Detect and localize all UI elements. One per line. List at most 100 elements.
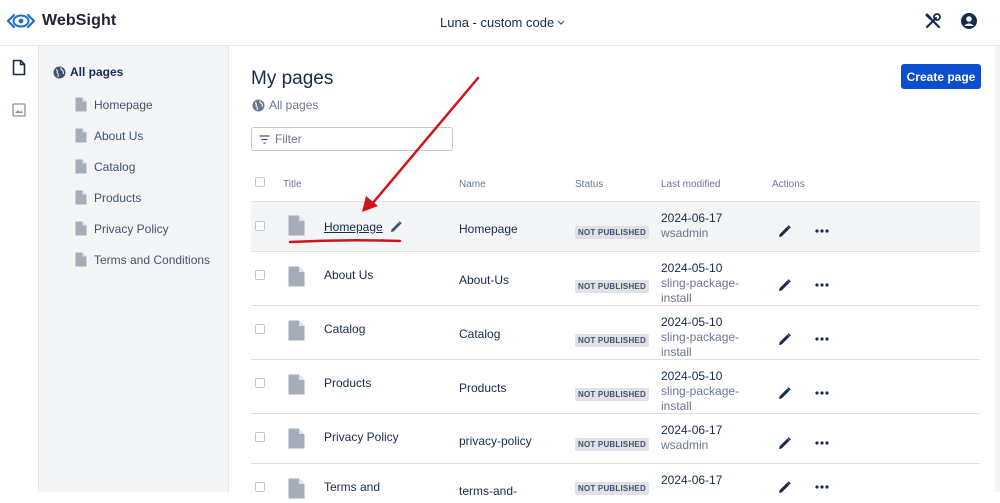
filter-field[interactable] <box>251 127 453 151</box>
sidebar-item[interactable]: Privacy Policy <box>75 221 169 236</box>
image-icon <box>12 103 26 117</box>
modified-by-cont: install <box>661 345 692 359</box>
modified-by: sling-package- <box>661 384 740 398</box>
document-icon <box>75 221 87 236</box>
row-checkbox[interactable] <box>255 432 265 442</box>
document-icon <box>75 128 87 143</box>
status-badge: NOT PUBLISHED <box>575 388 649 401</box>
header-status[interactable]: Status <box>575 179 603 190</box>
header-last-modified[interactable]: Last modified <box>661 179 720 190</box>
globe-icon <box>53 66 66 78</box>
sidebar-item-label: Products <box>94 190 142 205</box>
edit-pencil-icon[interactable] <box>777 480 792 495</box>
sidebar-item[interactable]: Catalog <box>75 159 135 174</box>
more-options-icon[interactable] <box>815 390 829 396</box>
project-selector[interactable]: Luna - custom code <box>440 15 565 30</box>
row-title-link[interactable]: Products <box>324 376 371 390</box>
modified-date: 2024-06-17 <box>661 473 723 487</box>
left-rail <box>0 46 39 492</box>
table-header: Title Name Status Last modified Actions <box>251 174 980 202</box>
more-options-icon[interactable] <box>815 282 829 288</box>
edit-pencil-icon[interactable] <box>777 386 792 401</box>
row-name: Products <box>459 381 507 395</box>
user-account-icon[interactable] <box>960 12 978 30</box>
status-badge: NOT PUBLISHED <box>575 482 649 495</box>
row-last-modified: 2024-06-17 wsadmin <box>661 211 722 241</box>
document-icon <box>75 252 87 267</box>
rail-pages-button[interactable] <box>0 48 38 86</box>
header-name[interactable]: Name <box>459 179 486 190</box>
pencil-icon[interactable] <box>389 220 403 234</box>
pages-sidebar: All pages Homepage About Us Catalog Product… <box>39 46 229 492</box>
edit-pencil-icon[interactable] <box>777 224 792 239</box>
more-options-icon[interactable] <box>815 336 829 342</box>
document-icon <box>288 320 305 341</box>
document-icon <box>288 374 305 395</box>
row-title-link[interactable]: Homepage <box>324 220 383 234</box>
row-checkbox[interactable] <box>255 378 265 388</box>
row-name: About-Us <box>459 273 510 287</box>
sidebar-item-label: Homepage <box>94 97 153 112</box>
row-title-link[interactable]: About Us <box>324 268 373 282</box>
edit-pencil-icon[interactable] <box>777 278 792 293</box>
top-bar: WebSight Luna - custom code <box>0 0 1000 46</box>
sidebar-item[interactable]: Products <box>75 190 141 205</box>
edit-pencil-icon[interactable] <box>777 436 792 451</box>
create-page-button[interactable]: Create page <box>901 64 981 89</box>
app-logo[interactable]: WebSight <box>6 10 116 32</box>
row-checkbox[interactable] <box>255 221 265 231</box>
row-checkbox[interactable] <box>255 482 265 492</box>
modified-by: sling-package- <box>661 330 740 344</box>
sidebar-item-label: About Us <box>94 128 144 143</box>
project-name: Luna - custom code <box>440 15 555 30</box>
modified-date: 2024-05-10 <box>661 261 723 275</box>
document-icon <box>288 478 305 499</box>
row-last-modified: 2024-05-10 sling-package-install <box>661 369 739 414</box>
sidebar-root-label: All pages <box>70 65 124 79</box>
edit-pencil-icon[interactable] <box>777 332 792 347</box>
table-row[interactable]: Terms and terms-and- NOT PUBLISHED 2024-06-… <box>251 463 980 503</box>
modified-by: wsadmin <box>661 438 709 452</box>
select-all-checkbox[interactable] <box>255 177 265 187</box>
scrollbar[interactable] <box>995 46 1000 492</box>
modified-date: 2024-06-17 <box>661 211 723 225</box>
row-name: Catalog <box>459 327 501 341</box>
table-row[interactable]: Catalog Catalog NOT PUBLISHED 2024-05-10 sli… <box>251 305 980 359</box>
modified-by: sling-package- <box>661 276 740 290</box>
more-options-icon[interactable] <box>815 228 829 234</box>
breadcrumb[interactable]: All pages <box>252 98 318 112</box>
rail-assets-button[interactable] <box>0 91 38 129</box>
sidebar-item[interactable]: Terms and Conditions <box>75 252 210 267</box>
more-options-icon[interactable] <box>815 484 829 490</box>
table-row[interactable]: Homepage Homepage NOT PUBLISHED 2024-06-17 w… <box>251 201 980 251</box>
row-checkbox[interactable] <box>255 324 265 334</box>
document-icon <box>75 190 87 205</box>
filter-icon <box>259 134 270 144</box>
more-options-icon[interactable] <box>815 440 829 446</box>
chevron-down-icon <box>557 20 565 25</box>
breadcrumb-label: All pages <box>269 98 319 112</box>
sidebar-item[interactable]: About Us <box>75 128 143 143</box>
status-badge: NOT PUBLISHED <box>575 438 649 451</box>
app-name: WebSight <box>42 12 117 29</box>
globe-icon <box>252 99 265 111</box>
row-last-modified: 2024-05-10 sling-package-install <box>661 315 739 360</box>
table-row[interactable]: Privacy Policy privacy-policy NOT PUBLISHE… <box>251 413 980 463</box>
table-row[interactable]: About Us About-Us NOT PUBLISHED 2024-05-10 s… <box>251 251 980 305</box>
filter-input[interactable] <box>275 132 445 146</box>
row-title-link[interactable]: Privacy Policy <box>324 430 399 444</box>
sidebar-item-label: Privacy Policy <box>94 221 169 236</box>
sidebar-root-all-pages[interactable]: All pages <box>53 65 123 79</box>
status-badge: NOT PUBLISHED <box>575 334 649 347</box>
tools-icon[interactable] <box>924 12 942 30</box>
document-icon <box>288 428 305 449</box>
row-name: Homepage <box>459 222 518 236</box>
row-checkbox[interactable] <box>255 270 265 280</box>
row-title-link[interactable]: Catalog <box>324 322 365 336</box>
modified-date: 2024-05-10 <box>661 369 723 383</box>
sidebar-item[interactable]: Homepage <box>75 97 153 112</box>
header-actions: Actions <box>772 179 805 190</box>
header-title[interactable]: Title <box>283 179 302 190</box>
modified-date: 2024-06-17 <box>661 423 723 437</box>
table-row[interactable]: Products Products NOT PUBLISHED 2024-05-10 s… <box>251 359 980 413</box>
